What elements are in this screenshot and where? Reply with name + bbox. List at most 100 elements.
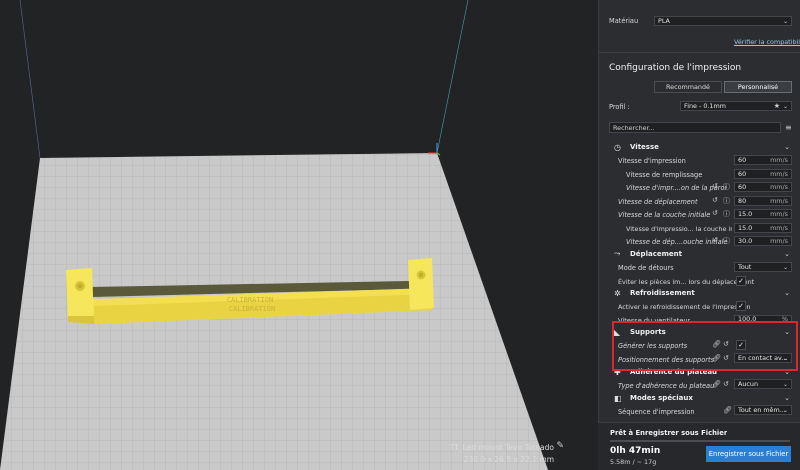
avoid-printed-checkbox[interactable]: ✓ [736, 276, 746, 286]
link-icon[interactable]: 🔗︎ [712, 380, 721, 388]
combing-mode-value: Tout [738, 263, 752, 271]
model-name: TT_Led mount Tevo Tornado [449, 443, 554, 452]
profile-dropdown[interactable]: Fine - 0.1mm ★ ⌄ [680, 101, 792, 111]
chevron-down-icon: ⌄ [784, 250, 790, 258]
model-dimensions: 230.0 x 26.5 x 22.1 mm [463, 455, 554, 464]
unit: mm/s [770, 224, 788, 232]
3d-viewport[interactable]: CALIBRATION CALIBRATION TT_Led mount Tev… [0, 0, 598, 470]
section-adhesion[interactable]: ✚ Adhérence du plateau ⌄ [598, 365, 800, 379]
adhesion-type-value: Aucun [738, 380, 759, 388]
chevron-down-icon: ⌄ [782, 17, 788, 25]
wall-speed-value: 60 [738, 183, 747, 191]
print-time: 0lh 47min [610, 446, 661, 456]
reset-icon[interactable]: ↺ [723, 340, 729, 348]
travel-speed-input[interactable]: 80 mm/s [734, 196, 792, 206]
unit: mm/s [770, 197, 788, 205]
enable-cooling-checkbox[interactable]: ✓ [736, 301, 746, 311]
unit: mm/s [770, 210, 788, 218]
initial-layer-travel-speed-input[interactable]: 30.0 mm/s [734, 236, 792, 246]
section-cooling[interactable]: ✲ Refroidissement ⌄ [598, 286, 800, 300]
unit: mm/s [770, 170, 788, 178]
section-speed-title: Vitesse [630, 143, 659, 151]
support-placement-dropdown[interactable]: En contact av... ⌄ [734, 353, 792, 363]
combing-mode-dropdown[interactable]: Tout ⌄ [734, 262, 792, 272]
material-usage: 5.58m / ~ 17g [610, 458, 657, 466]
chevron-down-icon: ⌄ [782, 102, 788, 110]
initial-layer-speed-label: Vitesse de la couche initiale [618, 211, 711, 219]
section-supports-title: Supports [630, 328, 666, 336]
info-icon[interactable]: ⓘ [723, 182, 730, 192]
print-speed-value: 60 [738, 156, 747, 164]
initial-layer-travel-speed-value: 30.0 [738, 237, 753, 245]
unit: mm/s [770, 183, 788, 191]
print-sequence-dropdown[interactable]: Tout en mêm... ⌄ [734, 405, 792, 415]
check-compatibility-link[interactable]: Vérifier la compatibilité [734, 38, 800, 46]
info-icon[interactable]: ⓘ [723, 209, 730, 219]
section-travel[interactable]: ⤳ Déplacement ⌄ [598, 247, 800, 261]
initial-layer-speed-input[interactable]: 15.0 mm/s [734, 209, 792, 219]
reset-icon[interactable]: ↺ [712, 182, 718, 190]
info-icon[interactable]: ⓘ [723, 236, 730, 246]
material-dropdown[interactable]: PLA ⌄ [654, 16, 792, 26]
material-value: PLA [658, 17, 670, 25]
initial-layer-print-speed-input[interactable]: 15.0 mm/s [734, 223, 792, 233]
infill-speed-input[interactable]: 60 mm/s [734, 169, 792, 179]
cura-window: CALIBRATION CALIBRATION TT_Led mount Tev… [0, 0, 800, 470]
star-icon[interactable]: ★ [774, 102, 780, 110]
avoid-printed-label: Éviter les pièces im... lors du déplacem… [618, 278, 755, 286]
support-placement-label: Positionnement des supports [618, 356, 715, 364]
section-adhesion-title: Adhérence du plateau [630, 368, 718, 376]
reset-icon[interactable]: ↺ [723, 354, 729, 362]
section-speed[interactable]: ◷ Vitesse ⌄ [598, 140, 800, 154]
info-icon[interactable]: ⓘ [723, 196, 730, 206]
tab-recommended[interactable]: Recommandé [654, 81, 722, 93]
chevron-down-icon: ⌄ [784, 328, 790, 336]
initial-layer-print-speed-label: Vitesse d'impressio... la couche initial… [626, 225, 732, 233]
generate-supports-label: Générer les supports [618, 342, 688, 350]
save-to-file-button[interactable]: Enregistrer sous Fichier [706, 446, 791, 462]
section-special[interactable]: ◧ Modes spéciaux ⌄ [598, 391, 800, 405]
reset-icon[interactable]: ↺ [712, 209, 718, 217]
print-speed-label: Vitesse d'impression [618, 157, 686, 165]
engraved-text: CALIBRATION [227, 296, 273, 304]
wall-speed-input[interactable]: 60 mm/s [734, 182, 792, 192]
engraved-text-2: CALIBRATION [229, 305, 275, 313]
reset-icon[interactable]: ↺ [712, 236, 718, 244]
infill-speed-label: Vitesse de remplissage [626, 171, 703, 179]
print-sequence-value: Tout en mêm... [738, 406, 786, 414]
link-icon[interactable]: 🔗︎ [712, 340, 721, 348]
chevron-down-icon: ⌄ [782, 406, 788, 414]
status-text: Prêt à Enregistrer sous Fichier [610, 429, 728, 437]
combing-mode-label: Mode de détours [618, 264, 674, 272]
menu-icon[interactable]: ≡ [785, 123, 792, 132]
link-icon[interactable]: 🔗︎ [712, 354, 721, 362]
pencil-icon[interactable]: ✎ [556, 441, 564, 451]
travel-speed-label: Vitesse de déplacement [618, 198, 698, 206]
support-icon: ◣ [614, 327, 621, 337]
travel-icon: ⤳ [614, 249, 621, 258]
tab-custom[interactable]: Personnalisé [724, 81, 792, 93]
adhesion-type-dropdown[interactable]: Aucun ⌄ [734, 379, 792, 389]
link-icon[interactable]: 🔗︎ [723, 406, 732, 414]
chevron-down-icon: ⌄ [784, 394, 790, 402]
initial-layer-print-speed-value: 15.0 [738, 224, 753, 232]
chevron-down-icon: ⌄ [784, 368, 790, 376]
adhesion-type-label: Type d'adhérence du plateau [618, 382, 715, 390]
section-travel-title: Déplacement [630, 250, 682, 258]
initial-layer-speed-value: 15.0 [738, 210, 753, 218]
unit: mm/s [770, 156, 788, 164]
chevron-down-icon: ⌄ [782, 263, 788, 271]
section-supports[interactable]: ◣ Supports ⌄ [598, 325, 800, 339]
reset-icon[interactable]: ↺ [723, 380, 729, 388]
scene: CALIBRATION CALIBRATION [0, 0, 548, 470]
print-speed-input[interactable]: 60 mm/s [734, 155, 792, 165]
unit: mm/s [770, 237, 788, 245]
fan-speed-value: 100.0 [738, 315, 757, 323]
chevron-down-icon: ⌄ [782, 354, 788, 362]
search-input[interactable]: Rechercher... [609, 122, 781, 133]
fan-speed-input[interactable]: 100.0% [734, 315, 792, 323]
chevron-down-icon: ⌄ [782, 380, 788, 388]
material-label: Matériau [609, 17, 639, 25]
generate-supports-checkbox[interactable]: ✓ [736, 340, 746, 350]
reset-icon[interactable]: ↺ [712, 196, 718, 204]
